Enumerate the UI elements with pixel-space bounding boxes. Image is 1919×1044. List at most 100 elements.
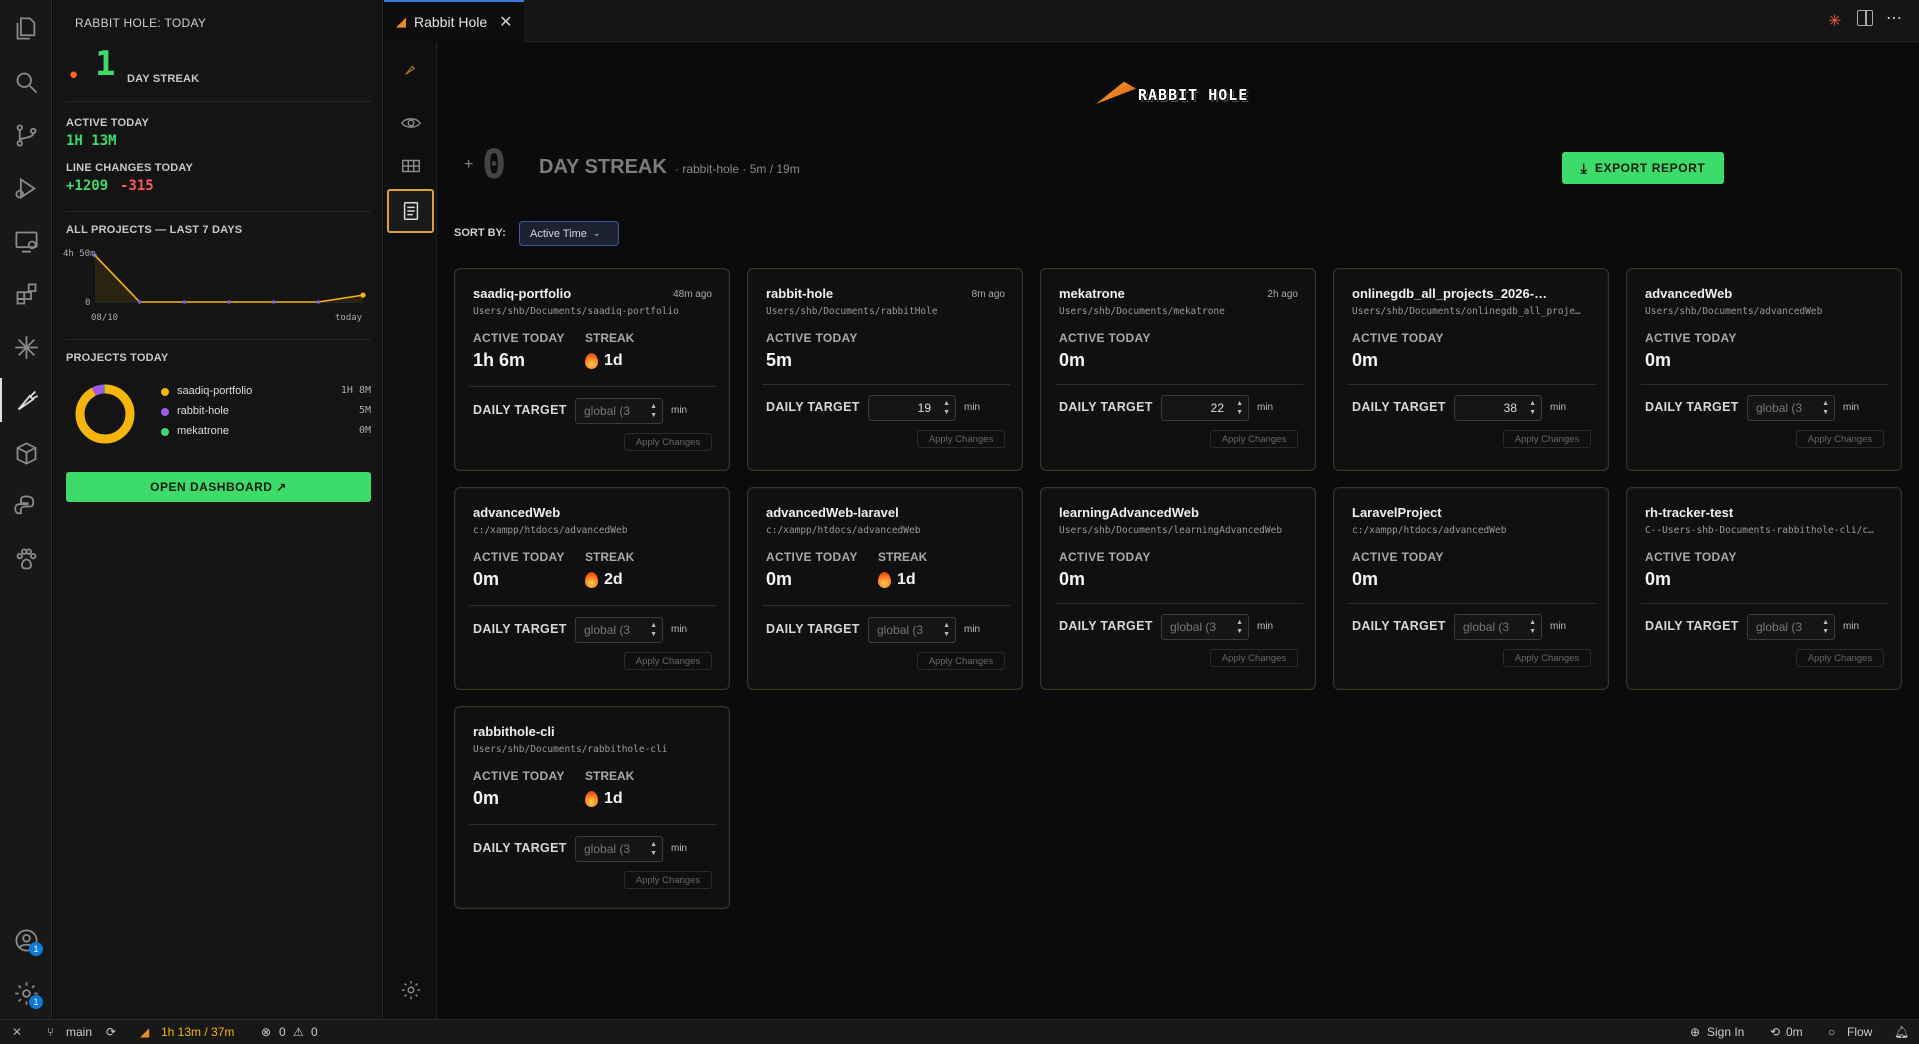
tab-rabbit-hole[interactable]: ◢ Rabbit Hole ✕ <box>384 0 524 42</box>
project-name: rabbithole-cli <box>473 724 555 739</box>
flow-label[interactable]: Flow <box>1847 1025 1872 1039</box>
streak-value: 1d <box>585 790 623 808</box>
stepper-arrows[interactable]: ▲ ▼ <box>650 621 657 639</box>
tracker-time[interactable]: 1h 13m / 37m <box>161 1025 234 1039</box>
project-card: rabbithole-cli Users/shb/Documents/rabbi… <box>454 706 730 909</box>
daily-target-label: DAILY TARGET <box>1352 619 1446 633</box>
lines-added: +1209 <box>66 178 109 194</box>
flow-icon[interactable]: ○ <box>1828 1025 1835 1039</box>
line-changes-label: LINE CHANGES TODAY <box>66 162 194 174</box>
projects-list-icon[interactable] <box>387 189 434 233</box>
daily-target-input[interactable]: 22 ▲ ▼ <box>1161 395 1249 421</box>
active-today-value: 0m <box>473 569 500 589</box>
project-color-dot <box>161 388 169 396</box>
accounts-icon[interactable]: 1 <box>0 918 52 962</box>
apply-changes-button[interactable]: Apply Changes <box>624 871 712 889</box>
min-label: min <box>671 405 688 416</box>
daily-target-input[interactable]: global (3 ▲ ▼ <box>575 836 663 862</box>
chart-point <box>316 300 321 304</box>
settings-gear-icon[interactable] <box>387 968 434 1012</box>
stepper-arrows[interactable]: ▲ ▼ <box>1236 618 1243 636</box>
stepper-arrows[interactable]: ▲ ▼ <box>1822 399 1829 417</box>
activity-bar: 1 1 <box>0 0 52 1019</box>
daily-target-input[interactable]: global (3 ▲ ▼ <box>868 617 956 643</box>
stepper-arrows[interactable]: ▲ ▼ <box>1236 399 1243 417</box>
warning-icon[interactable]: ⚠ <box>293 1025 304 1039</box>
sort-select[interactable]: Active Time ⌄ <box>519 221 619 246</box>
error-count[interactable]: 0 <box>279 1025 286 1039</box>
manage-gear-icon[interactable]: 1 <box>0 971 52 1015</box>
split-editor-divider <box>1865 11 1867 25</box>
accounts-icon[interactable]: ⊕ <box>1690 1025 1700 1039</box>
package-icon[interactable] <box>0 431 52 475</box>
sparkle-status-icon[interactable]: ✳ <box>1828 11 1841 31</box>
daily-target-input[interactable]: global (3 ▲ ▼ <box>575 398 663 424</box>
stepper-arrows[interactable]: ▲ ▼ <box>650 840 657 858</box>
active-today-label: ACTIVE TODAY <box>1645 331 1737 345</box>
plus-icon[interactable]: + <box>464 156 473 174</box>
sync-icon[interactable]: ⟳ <box>106 1025 116 1039</box>
apply-changes-button[interactable]: Apply Changes <box>1796 649 1884 667</box>
apply-changes-button[interactable]: Apply Changes <box>624 433 712 451</box>
export-report-button[interactable]: ⤓ EXPORT REPORT <box>1562 152 1724 184</box>
apply-changes-button[interactable]: Apply Changes <box>1210 649 1298 667</box>
project-path: C--Users-shb-Documents-rabbithole-cli/c… <box>1645 525 1874 536</box>
close-icon[interactable]: ✕ <box>499 12 512 32</box>
bell-icon[interactable]: 🔔︎ <box>1894 1025 1909 1039</box>
project-card: rabbit-hole 8m ago Users/shb/Documents/r… <box>747 268 1023 471</box>
project-card: onlinegdb_all_projects_2026-01-26_2... U… <box>1333 268 1609 471</box>
warning-count[interactable]: 0 <box>311 1025 318 1039</box>
divider <box>469 386 717 387</box>
explorer-icon[interactable] <box>0 6 52 50</box>
daily-target-input[interactable]: global (3 ▲ ▼ <box>1161 614 1249 640</box>
daily-target-label: DAILY TARGET <box>766 400 860 414</box>
daily-target-input[interactable]: global (3 ▲ ▼ <box>575 617 663 643</box>
active-today-label: ACTIVE TODAY <box>473 769 565 783</box>
apply-changes-button[interactable]: Apply Changes <box>624 652 712 670</box>
more-actions-icon[interactable]: ⋯ <box>1886 8 1902 28</box>
remote-explorer-icon[interactable] <box>0 219 52 263</box>
stepper-arrows[interactable]: ▲ ▼ <box>1529 399 1536 417</box>
min-label: min <box>964 402 981 413</box>
active-today-value: 0m <box>1059 350 1086 370</box>
sign-in[interactable]: Sign In <box>1707 1025 1744 1039</box>
carrot-icon: ◢ <box>396 14 406 29</box>
daily-target-input[interactable]: global (3 ▲ ▼ <box>1454 614 1542 640</box>
project-path: Users/shb/Documents/onlinegdb_all_proje… <box>1352 306 1581 317</box>
apply-changes-button[interactable]: Apply Changes <box>917 652 1005 670</box>
rabbit-hole-carrot-icon[interactable] <box>0 378 52 422</box>
daily-target-input[interactable]: 38 ▲ ▼ <box>1454 395 1542 421</box>
daily-target-input[interactable]: global (3 ▲ ▼ <box>1747 395 1835 421</box>
branch-name[interactable]: main <box>66 1025 92 1039</box>
stepper-arrows[interactable]: ▲ ▼ <box>943 621 950 639</box>
branch-icon[interactable]: ⑂ <box>47 1025 54 1039</box>
stepper-arrows[interactable]: ▲ ▼ <box>650 402 657 420</box>
apply-changes-button[interactable]: Apply Changes <box>1210 430 1298 448</box>
sidebar-streak-value: 1 <box>95 44 116 84</box>
stepper-arrows[interactable]: ▲ ▼ <box>1822 618 1829 636</box>
apply-changes-button[interactable]: Apply Changes <box>1796 430 1884 448</box>
session-time[interactable]: 0m <box>1786 1025 1803 1039</box>
python-icon[interactable] <box>0 484 52 528</box>
history-icon[interactable]: ⟲ <box>1770 1025 1780 1039</box>
source-control-icon[interactable] <box>0 113 52 157</box>
divider <box>1641 603 1889 604</box>
sidebar-streak-label: DAY STREAK <box>127 73 200 85</box>
extensions-icon[interactable] <box>0 272 52 316</box>
paw-icon[interactable] <box>0 537 52 581</box>
daily-target-input[interactable]: 19 ▲ ▼ <box>868 395 956 421</box>
stepper-arrows[interactable]: ▲ ▼ <box>943 399 950 417</box>
sparkle-icon[interactable] <box>0 325 52 369</box>
error-icon[interactable]: ⊗ <box>261 1025 271 1039</box>
stepper-arrows[interactable]: ▲ ▼ <box>1529 618 1536 636</box>
apply-changes-button[interactable]: Apply Changes <box>917 430 1005 448</box>
apply-changes-button[interactable]: Apply Changes <box>1503 430 1591 448</box>
run-debug-icon[interactable] <box>0 166 52 210</box>
eye-icon[interactable] <box>387 101 434 145</box>
search-icon[interactable] <box>0 60 52 104</box>
daily-target-input[interactable]: global (3 ▲ ▼ <box>1747 614 1835 640</box>
open-dashboard-button[interactable]: OPEN DASHBOARD ↗ <box>66 472 371 502</box>
remote-icon[interactable]: ✕ <box>12 1025 22 1039</box>
apply-changes-button[interactable]: Apply Changes <box>1503 649 1591 667</box>
pixel-grid-icon[interactable] <box>387 144 434 188</box>
